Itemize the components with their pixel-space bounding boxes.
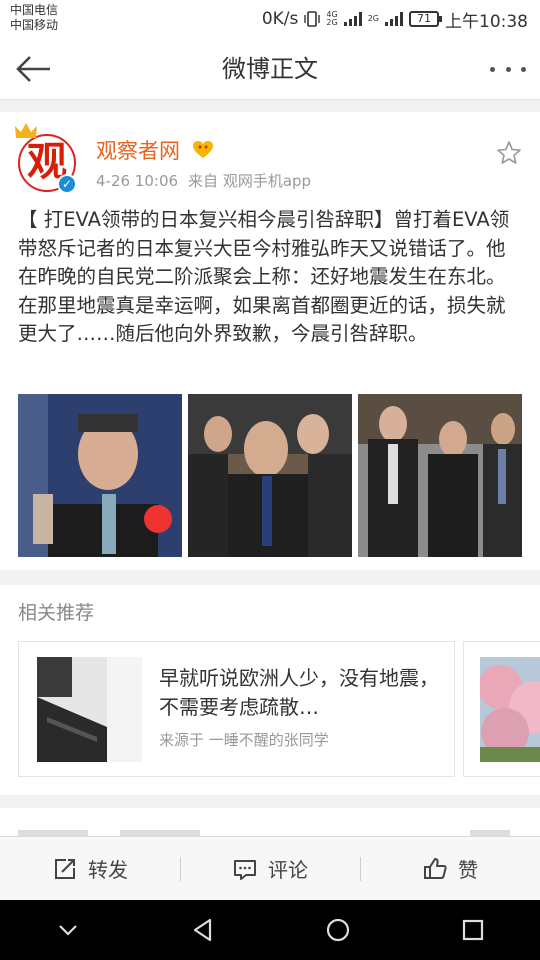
network-type-1-sub: 2G bbox=[326, 18, 338, 27]
post-source: 来自 观网手机app bbox=[188, 172, 312, 190]
crown-icon bbox=[15, 123, 37, 138]
verified-badge-icon: ✓ bbox=[57, 174, 77, 194]
system-nav-bar bbox=[0, 900, 540, 960]
repost-button[interactable]: 转发 bbox=[0, 837, 180, 901]
carrier-2: 中国移动 bbox=[10, 18, 59, 32]
battery-icon: 71 bbox=[409, 11, 442, 27]
related-section: 相关推荐 早就听说欧洲人少，没有地震，不需要考虑疏散… 来源于 一睡不醒的张同学 bbox=[0, 585, 540, 795]
status-bar: 中国电信 中国移动 0K/s 4G 2G 2G 71 上午10:38 bbox=[0, 0, 540, 38]
carrier-1: 中国电信 bbox=[10, 3, 59, 17]
related-card[interactable]: 早就听说欧洲人少，没有地震，不需要考虑疏散… 来源于 一睡不醒的张同学 bbox=[18, 641, 455, 777]
back-triangle-icon[interactable] bbox=[190, 917, 216, 943]
post-photo-2[interactable] bbox=[188, 394, 352, 557]
post-photo-3[interactable] bbox=[358, 394, 522, 557]
network-speed: 0K/s bbox=[261, 9, 299, 29]
repost-icon bbox=[55, 858, 75, 879]
status-icons: 0K/s 4G 2G 2G 71 上午10:38 bbox=[261, 7, 528, 32]
username[interactable]: 观察者网 bbox=[96, 138, 180, 164]
like-button[interactable]: 赞 bbox=[360, 837, 540, 901]
related-card-2[interactable] bbox=[463, 641, 540, 777]
star-icon[interactable] bbox=[496, 140, 522, 166]
next-item-peek bbox=[0, 808, 540, 836]
related-card-2-image bbox=[480, 657, 540, 762]
post-meta: 4-26 10:06 来自 观网手机app bbox=[96, 172, 311, 190]
signal-icon-1 bbox=[343, 12, 362, 26]
comment-label: 评论 bbox=[268, 858, 308, 882]
comment-icon bbox=[234, 859, 256, 880]
thumbs-up-icon bbox=[424, 857, 447, 879]
page-title: 微博正文 bbox=[222, 55, 318, 83]
more-dots-icon[interactable] bbox=[490, 58, 526, 80]
recent-apps-icon[interactable] bbox=[460, 917, 486, 943]
carrier-info: 中国电信 中国移动 bbox=[10, 3, 58, 33]
photo-grid bbox=[18, 394, 522, 557]
chevron-down-icon[interactable] bbox=[55, 917, 81, 943]
comment-button[interactable]: 评论 bbox=[180, 837, 360, 901]
home-circle-icon[interactable] bbox=[325, 917, 351, 943]
related-card-image bbox=[37, 657, 142, 762]
clock: 上午10:38 bbox=[445, 11, 528, 32]
related-card-title: 早就听说欧洲人少，没有地震，不需要考虑疏散… bbox=[159, 666, 439, 719]
related-card-source: 来源于 一睡不醒的张同学 bbox=[159, 731, 329, 749]
repost-label: 转发 bbox=[88, 858, 128, 882]
post-action-bar: 转发 评论 赞 bbox=[0, 836, 540, 900]
post-photo-1[interactable] bbox=[18, 394, 182, 557]
weibo-post: 观 ✓ 观察者网 4-26 10:06 来自 观网手机app 【 打EVA领带的日… bbox=[0, 112, 540, 570]
signal-icon-2 bbox=[385, 12, 403, 26]
top-nav-bar: 微博正文 bbox=[0, 38, 540, 100]
network-type-2: 2G bbox=[367, 14, 379, 23]
vip-badge-icon bbox=[193, 141, 213, 158]
vibrate-icon bbox=[304, 11, 321, 27]
related-title: 相关推荐 bbox=[18, 602, 95, 624]
post-time: 4-26 10:06 bbox=[96, 172, 179, 190]
post-text: 【 打EVA领带的日本复兴相今晨引咎辞职】曾打着EVA领带怒斥记者的日本复兴大臣… bbox=[18, 208, 510, 345]
like-label: 赞 bbox=[458, 858, 478, 882]
